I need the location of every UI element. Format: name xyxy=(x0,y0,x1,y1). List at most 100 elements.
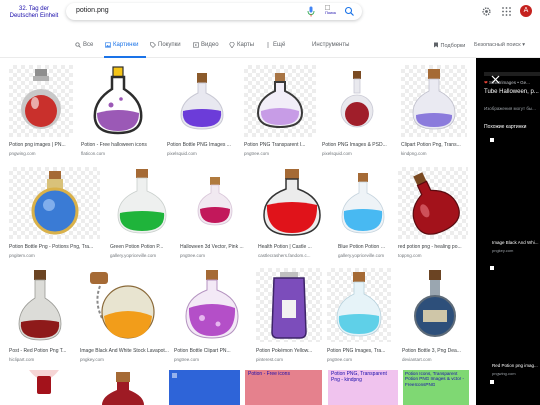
result-item[interactable] xyxy=(169,370,240,405)
result-item[interactable]: Potion PNG Transparent I... pngtree.com xyxy=(244,65,316,162)
broken-image-icon[interactable] xyxy=(490,266,494,270)
tab-all[interactable]: Все xyxy=(75,42,93,48)
health-potion-image xyxy=(263,169,321,236)
safesearch-menu[interactable]: Безопасный поиск ▾ xyxy=(474,42,525,48)
result-thumbnail[interactable] xyxy=(81,65,155,137)
close-icon[interactable] xyxy=(491,75,500,84)
result-thumbnail[interactable]: Potion - Free icons xyxy=(245,370,322,405)
result-item[interactable]: Potion PNG Images, Tra... pngtree.com xyxy=(327,268,391,365)
broken-image-alt: Potion Icons, Transparent Potion PNG Ima… xyxy=(405,371,464,387)
account-avatar[interactable]: A xyxy=(520,5,532,17)
result-thumbnail[interactable] xyxy=(9,268,72,342)
preview-title[interactable]: Tube Halloween, p... xyxy=(484,89,539,95)
result-source: pngkey.com xyxy=(80,357,104,362)
result-item[interactable]: Potion PNG, Transparent Png - kindpng xyxy=(328,370,398,405)
result-thumbnail[interactable] xyxy=(169,370,240,405)
similar-item-title[interactable]: Red Potion png imag... xyxy=(492,363,538,368)
search-icon[interactable] xyxy=(344,6,355,17)
result-thumbnail[interactable] xyxy=(327,268,391,342)
settings-gear-icon[interactable] xyxy=(481,6,492,17)
result-source: pngtree.com xyxy=(174,357,200,362)
lens-alt-text: Поиск xyxy=(325,10,336,15)
result-item[interactable]: Blue Potion Potion PN... gallery.yoprice… xyxy=(338,167,388,264)
tab-maps[interactable]: Карты xyxy=(229,42,254,48)
result-item[interactable]: Potion - Free halloween icons flaticon.c… xyxy=(81,65,155,162)
result-thumbnail[interactable] xyxy=(402,268,468,342)
tab-tools[interactable]: Инструменты xyxy=(312,42,349,48)
result-thumbnail[interactable] xyxy=(86,370,163,405)
result-item[interactable]: Potion Pokémon Yellow... pinterest.com xyxy=(256,268,322,365)
pink-potion-image xyxy=(256,73,304,129)
broken-image-icon[interactable] xyxy=(490,380,494,384)
result-thumbnail[interactable] xyxy=(180,167,250,239)
result-source: toppng.com xyxy=(398,253,422,258)
result-thumbnail[interactable] xyxy=(258,167,326,239)
result-item[interactable]: Post - Red Potion Png T... hiclipart.com xyxy=(9,268,72,365)
blue-potion-image xyxy=(341,173,385,234)
similar-item-title[interactable]: Image Black And Whi... xyxy=(492,240,539,245)
purple-clipart-potion-image xyxy=(185,270,239,339)
result-item[interactable]: Potion PNG Images & PSD... pixelsquid.co… xyxy=(322,65,392,162)
bookmark-icon xyxy=(434,42,438,48)
result-thumbnail[interactable] xyxy=(9,167,100,239)
tab-images[interactable]: Картинки xyxy=(105,42,138,48)
result-title: Green Potion Potion P... xyxy=(110,244,164,250)
result-thumbnail[interactable] xyxy=(256,268,322,342)
result-thumbnail[interactable] xyxy=(244,65,316,137)
apps-grid-icon[interactable] xyxy=(501,6,512,17)
tab-label: Покупки xyxy=(158,42,181,48)
result-item[interactable]: Potion - Free icons xyxy=(245,370,322,405)
tab-label: Все xyxy=(83,42,94,48)
result-item[interactable]: Halloween 3d Vector, Pink ... pngtree.co… xyxy=(180,167,250,264)
lens-icon[interactable]: Поиск xyxy=(325,5,336,18)
light-blue-potion-image xyxy=(336,272,382,337)
result-thumbnail[interactable]: Potion Icons, Transparent Potion PNG Ima… xyxy=(403,370,469,405)
result-item[interactable]: Clipart Potion Png, Trans... kindpng.com xyxy=(401,65,467,162)
ornate-blue-potion-image xyxy=(414,270,456,337)
result-thumbnail[interactable] xyxy=(9,370,80,405)
result-thumbnail[interactable] xyxy=(167,65,237,137)
result-thumbnail[interactable] xyxy=(9,65,73,137)
result-thumbnail[interactable] xyxy=(174,268,250,342)
tab-label: Видео xyxy=(201,42,219,48)
result-thumbnail[interactable] xyxy=(110,167,174,239)
result-item[interactable]: Potion Bottle 3, Png Dea... deviantart.c… xyxy=(402,268,468,365)
collections-label: Подборки xyxy=(440,43,466,49)
result-item[interactable]: Potion Bottle Clipart PN... pngtree.com xyxy=(174,268,250,365)
lava-potion-image xyxy=(90,272,155,339)
red-healing-potion-image xyxy=(412,172,460,235)
result-source: pngitem.com xyxy=(9,253,35,258)
result-item[interactable]: Potion Bottle Png - Potions Png, Tra... … xyxy=(9,167,100,264)
tab-videos[interactable]: Видео xyxy=(193,42,219,48)
result-item[interactable]: Potion png images | PN... pngwing.com xyxy=(9,65,73,162)
result-item[interactable] xyxy=(9,370,80,405)
purple-potion-image xyxy=(180,73,224,130)
result-item[interactable]: red potion png - healing po... toppng.co… xyxy=(398,167,468,264)
broken-image-icon[interactable] xyxy=(490,138,494,142)
search-icon xyxy=(75,42,81,48)
result-thumbnail[interactable] xyxy=(401,65,467,137)
doodle-logo[interactable]: 32. Tag der Deutschen Einheit xyxy=(8,6,60,20)
collections-link[interactable]: Подборки xyxy=(433,42,465,49)
result-thumbnail[interactable] xyxy=(322,65,392,137)
result-item[interactable]: Image Black And White Stock Lavapot... p… xyxy=(80,268,170,365)
more-dots-icon xyxy=(267,42,269,48)
search-bar[interactable]: potion.png Поиск xyxy=(66,3,362,20)
search-input[interactable]: potion.png xyxy=(76,7,109,14)
result-thumbnail[interactable] xyxy=(338,167,388,239)
microphone-icon[interactable] xyxy=(306,6,316,17)
tab-shopping[interactable]: Покупки xyxy=(150,42,181,48)
result-item[interactable]: Potion Bottle PNG Images ... pixelsquid.… xyxy=(167,65,237,162)
tab-more[interactable]: Ещё xyxy=(265,42,285,48)
result-thumbnail[interactable] xyxy=(398,167,468,239)
broken-image-alt: Potion - Free icons xyxy=(248,371,290,377)
result-thumbnail[interactable] xyxy=(80,268,170,342)
result-item[interactable] xyxy=(86,370,163,405)
search-tabs: Все Картинки Покупки Видео Карты Ещё Инс… xyxy=(0,38,540,58)
result-item[interactable]: Potion Icons, Transparent Potion PNG Ima… xyxy=(403,370,469,405)
result-thumbnail[interactable]: Potion PNG, Transparent Png - kindpng xyxy=(328,370,398,405)
result-item[interactable]: Green Potion Potion P... gallery.yoprice… xyxy=(110,167,174,264)
result-source: pngwing.com xyxy=(9,151,36,156)
broken-image-icon xyxy=(172,373,177,378)
result-item[interactable]: Health Potion | Castle ... castlecrasher… xyxy=(258,167,326,264)
